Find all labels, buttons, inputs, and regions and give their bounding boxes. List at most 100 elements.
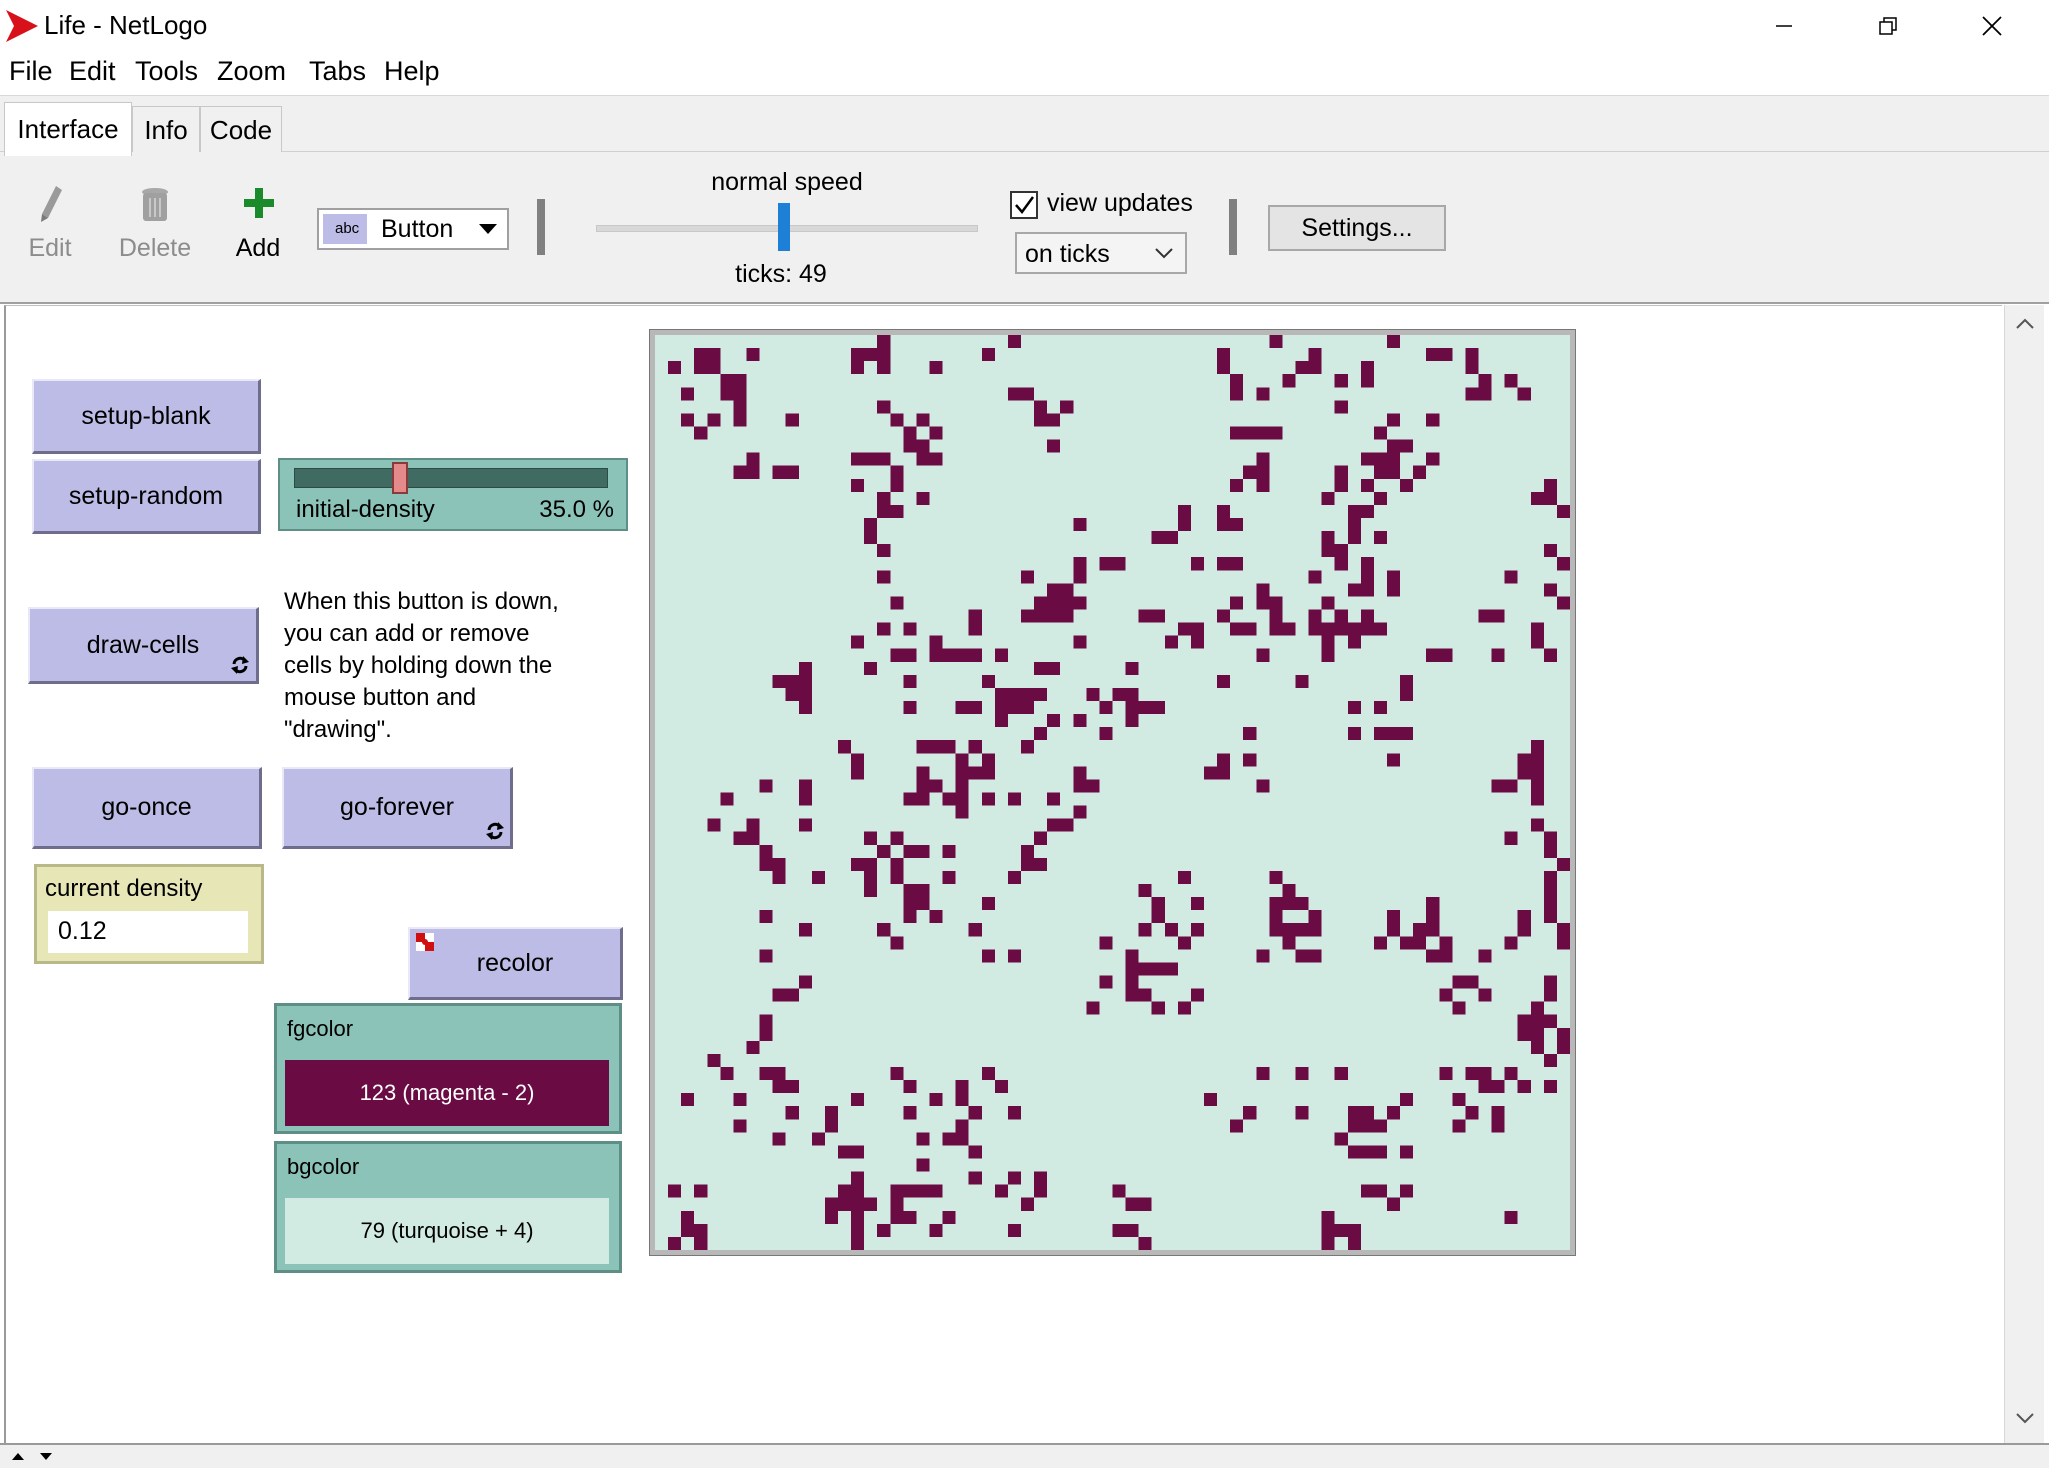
tab-info[interactable]: Info [132, 106, 200, 154]
command-center-splitter[interactable] [0, 1443, 2049, 1468]
live-cell [681, 1223, 695, 1237]
live-cell [1387, 465, 1401, 479]
live-cell [1007, 335, 1021, 349]
live-cell [694, 1184, 708, 1198]
live-cell [903, 897, 917, 911]
live-cell [1073, 805, 1087, 819]
live-cell [1073, 570, 1087, 584]
live-cell [1125, 975, 1139, 989]
live-cell [942, 844, 956, 858]
live-cell [955, 701, 969, 715]
menu-file[interactable]: File [9, 56, 53, 87]
live-cell [1543, 884, 1557, 898]
live-cell [1034, 400, 1048, 414]
live-cell [694, 426, 708, 440]
live-cell [1360, 374, 1374, 388]
live-cell [1204, 766, 1218, 780]
live-cell [890, 857, 904, 871]
minimize-button[interactable] [1732, 0, 1836, 52]
live-cell [890, 1067, 904, 1081]
live-cell [1556, 1040, 1570, 1054]
live-cell [1047, 661, 1061, 675]
live-cell [1282, 936, 1296, 950]
tab-code[interactable]: Code [200, 106, 282, 154]
live-cell [916, 1132, 930, 1146]
chevron-down-icon [1155, 248, 1173, 259]
edit-button[interactable]: Edit [22, 182, 78, 272]
live-cell [1295, 1106, 1309, 1120]
live-cell [890, 648, 904, 662]
live-cell [916, 884, 930, 898]
go-forever-button[interactable]: go-forever [282, 767, 513, 849]
live-cell [929, 1093, 943, 1107]
live-cell [1426, 949, 1440, 963]
live-cell [1190, 897, 1204, 911]
fgcolor-chooser[interactable]: fgcolor 123 (magenta - 2) [274, 1003, 622, 1134]
live-cell [1373, 727, 1387, 741]
menu-edit[interactable]: Edit [69, 56, 116, 87]
live-cell [903, 792, 917, 806]
fgcolor-value[interactable]: 123 (magenta - 2) [285, 1060, 609, 1126]
live-cell [772, 870, 786, 884]
bgcolor-value[interactable]: 79 (turquoise + 4) [285, 1198, 609, 1264]
speed-slider-thumb[interactable] [778, 203, 790, 251]
button-widget-icon: abc [323, 214, 367, 244]
live-cell [1478, 609, 1492, 623]
settings-button[interactable]: Settings... [1268, 205, 1446, 251]
live-cell [733, 387, 747, 401]
slider-thumb[interactable] [392, 462, 408, 494]
menu-tools[interactable]: Tools [135, 56, 198, 87]
live-cell [942, 648, 956, 662]
update-mode-dropdown[interactable]: on ticks [1015, 232, 1187, 274]
live-cell [929, 648, 943, 662]
world-view[interactable] [650, 330, 1575, 1255]
live-cell [955, 1119, 969, 1133]
live-cell [942, 870, 956, 884]
live-cell [864, 884, 878, 898]
live-cell [916, 792, 930, 806]
setup-random-button[interactable]: setup-random [32, 459, 261, 534]
view-updates-checkbox[interactable] [1010, 191, 1038, 219]
close-button[interactable] [1940, 0, 2044, 52]
live-cell [1177, 504, 1191, 518]
setup-blank-button[interactable]: setup-blank [32, 379, 261, 454]
scroll-down-icon[interactable] [2015, 1411, 2035, 1425]
live-cell [1217, 557, 1231, 571]
world-grid[interactable] [655, 335, 1570, 1250]
toolbar-separator [537, 199, 545, 255]
bgcolor-chooser[interactable]: bgcolor 79 (turquoise + 4) [274, 1141, 622, 1273]
live-cell [1543, 844, 1557, 858]
menu-help[interactable]: Help [384, 56, 440, 87]
splitter-arrows-icon[interactable] [10, 1449, 54, 1463]
menu-tabs[interactable]: Tabs [309, 56, 366, 87]
widget-type-dropdown[interactable]: abc Button [317, 208, 509, 250]
live-cell [1204, 1093, 1218, 1107]
slider-track[interactable] [294, 468, 608, 488]
go-forever-label: go-forever [340, 793, 454, 821]
menu-zoom[interactable]: Zoom [217, 56, 286, 87]
live-cell [1452, 975, 1466, 989]
live-cell [798, 687, 812, 701]
live-cell [1334, 1132, 1348, 1146]
update-mode-value: on ticks [1025, 240, 1110, 268]
go-once-button[interactable]: go-once [32, 767, 262, 849]
vertical-scrollbar[interactable] [2004, 305, 2044, 1443]
live-cell [1217, 361, 1231, 375]
restore-button[interactable] [1836, 0, 1940, 52]
add-button[interactable]: Add [230, 182, 286, 272]
live-cell [785, 413, 799, 427]
live-cell [851, 478, 865, 492]
live-cell [994, 714, 1008, 728]
delete-button[interactable]: Delete [116, 182, 194, 272]
initial-density-slider[interactable]: initial-density 35.0 % [278, 458, 628, 531]
draw-cells-button[interactable]: draw-cells [28, 607, 259, 684]
live-cell [916, 740, 930, 754]
live-cell [890, 504, 904, 518]
scroll-up-icon[interactable] [2015, 317, 2035, 331]
live-cell [1517, 753, 1531, 767]
live-cell [1334, 465, 1348, 479]
live-cell [1387, 753, 1401, 767]
recolor-button[interactable]: recolor [408, 927, 623, 1000]
live-cell [1360, 622, 1374, 636]
tab-interface[interactable]: Interface [4, 102, 132, 156]
